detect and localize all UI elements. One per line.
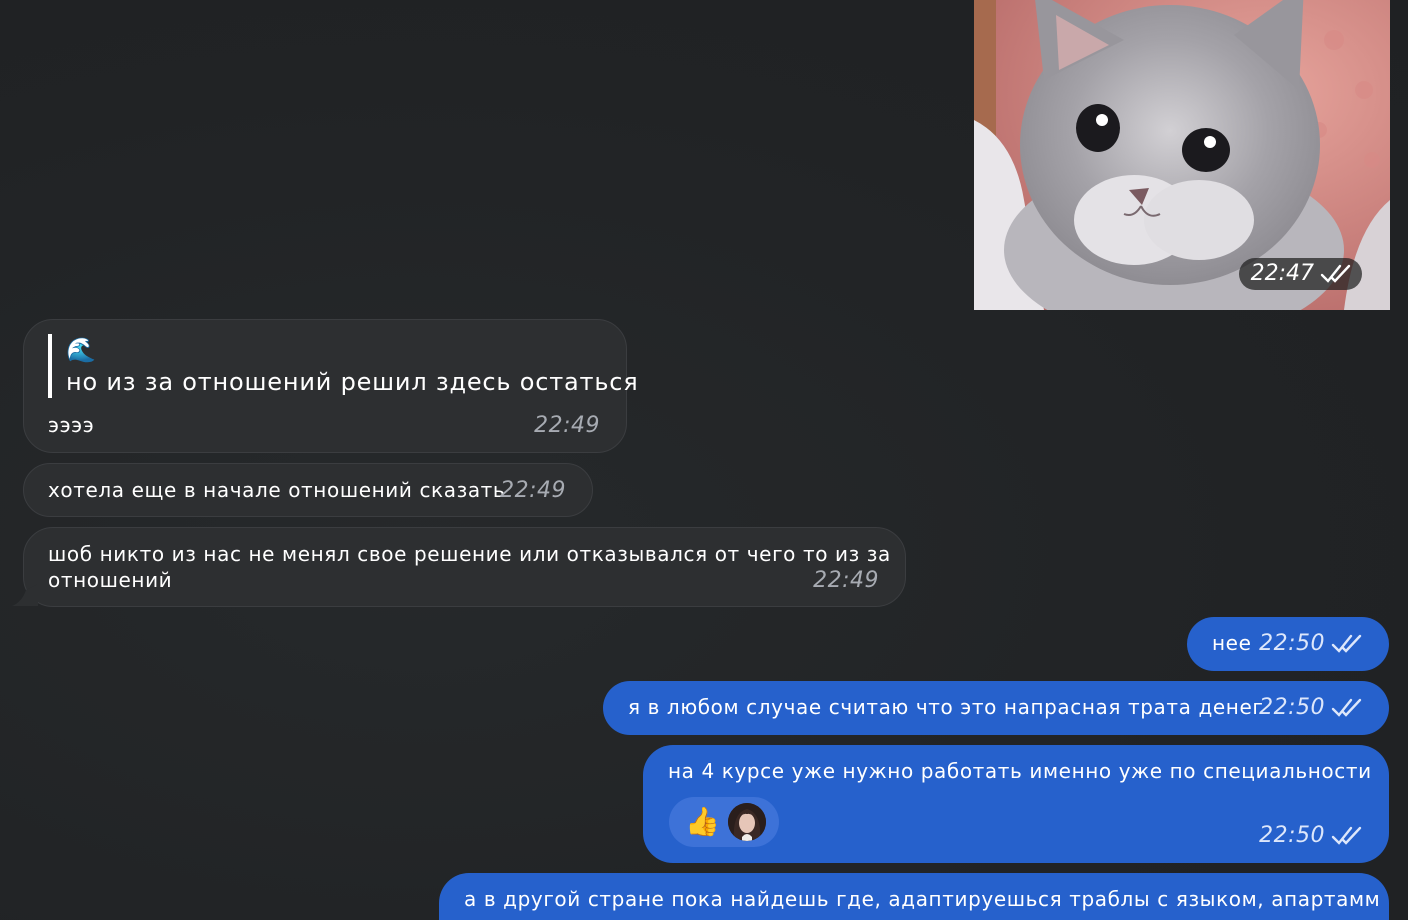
double-check-icon [1320, 264, 1351, 283]
message-text-line1: шоб никто из нас не менял свое решение и… [48, 542, 891, 566]
outgoing-message[interactable]: я в любом случае считаю что это напрасна… [603, 681, 1389, 735]
message-text: хотела еще в начале отношений сказать [48, 478, 506, 502]
message-meta: 22:50 [1259, 823, 1363, 849]
message-time: 22:50 [1259, 631, 1325, 656]
message-time: 22:49 [500, 478, 566, 503]
message-text: на 4 курсе уже нужно работать именно уже… [668, 759, 1372, 783]
chat-area: 22:47 🌊 но из за отношений решил здесь о… [0, 0, 1408, 920]
message-text-line2: отношений [48, 568, 173, 592]
message-meta: 22:50 [1259, 695, 1363, 721]
double-check-icon [1331, 634, 1362, 653]
photo-timestamp: 22:47 [1238, 258, 1362, 290]
reactions-bar[interactable]: 👍 [669, 797, 779, 847]
incoming-message[interactable]: хотела еще в начале отношений сказать 22… [23, 463, 593, 517]
message-text: я в любом случае считаю что это напрасна… [628, 695, 1264, 719]
message-meta: 22:50 [1259, 631, 1363, 657]
user-avatar-image [728, 803, 767, 841]
wave-emoji: 🌊 [66, 336, 97, 364]
double-check-icon [1331, 698, 1362, 717]
bubble-tail [12, 584, 38, 606]
message-time: 22:49 [813, 568, 879, 593]
message-time: 22:50 [1259, 695, 1325, 720]
reply-message[interactable]: 🌊 но из за отношений решил здесь остатьс… [23, 319, 638, 453]
message-text: нее [1212, 631, 1252, 655]
quoted-text: но из за отношений решил здесь остаться [66, 368, 639, 396]
thumbs-up-reaction[interactable]: 👍 [685, 807, 720, 837]
double-check-icon [1331, 826, 1362, 845]
outgoing-message[interactable]: нее 22:50 [1187, 617, 1389, 671]
kitten-photo-message[interactable]: 22:47 [974, 0, 1390, 310]
incoming-message[interactable]: шоб никто из нас не менял свое решение и… [23, 527, 906, 607]
photo-time-text: 22:47 [1250, 261, 1314, 286]
outgoing-message[interactable]: на 4 курсе уже нужно работать именно уже… [643, 745, 1389, 863]
message-text: ээээ [48, 413, 95, 437]
message-text: а в другой стране пока найдешь где, адап… [464, 887, 1381, 911]
avatar[interactable] [728, 803, 767, 841]
quoted-message[interactable]: 🌊 но из за отношений решил здесь остатьс… [48, 334, 639, 398]
message-time: 22:49 [534, 413, 600, 438]
outgoing-message[interactable]: а в другой стране пока найдешь где, адап… [439, 873, 1389, 920]
message-time: 22:50 [1259, 823, 1325, 848]
